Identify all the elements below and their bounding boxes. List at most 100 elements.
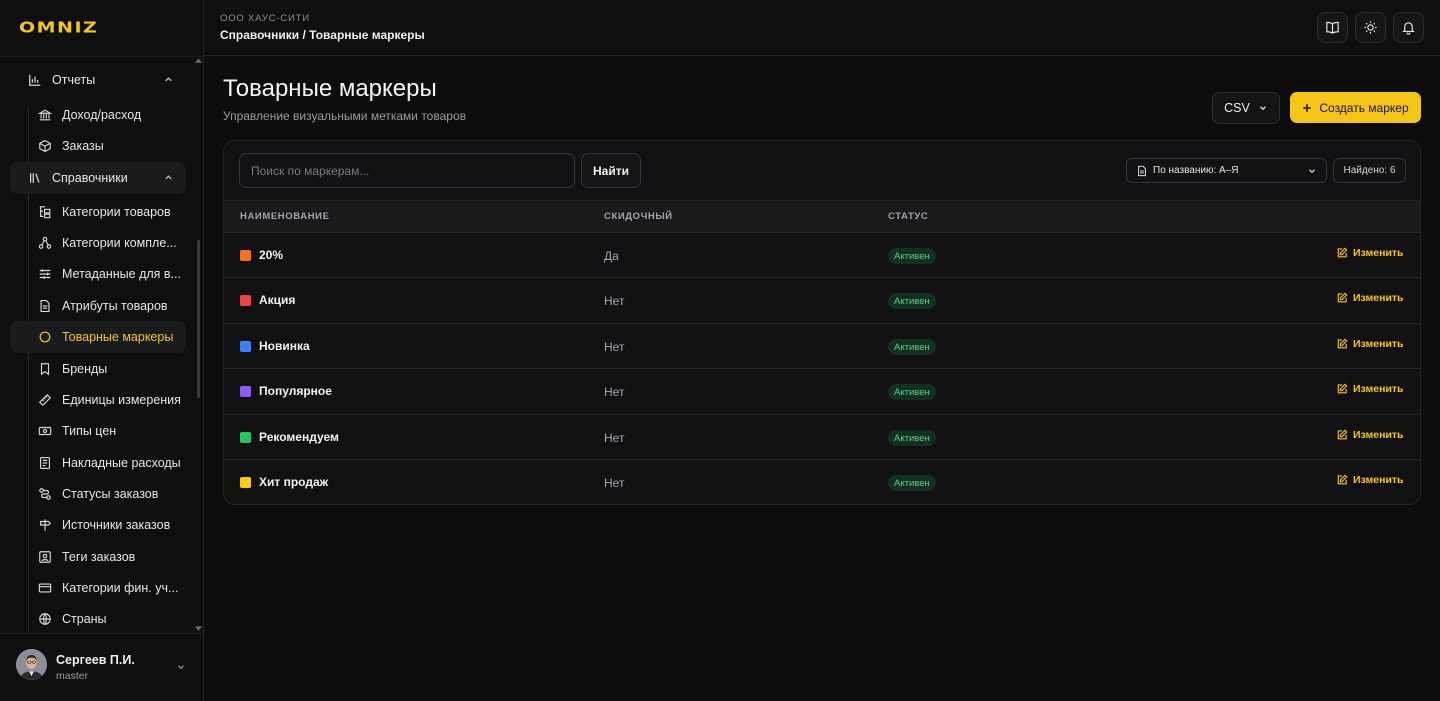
route-icon [38, 487, 52, 501]
page-subtitle: Управление визуальными метками товаров [223, 109, 466, 123]
column-header-discount[interactable]: СКИДОЧНЫЙ [604, 211, 673, 222]
sort-select[interactable]: По названию: А–Я [1126, 158, 1327, 183]
sidebar-item-countries[interactable]: Страны [10, 603, 186, 632]
marker-name: Новинка [259, 339, 310, 353]
sidebar-group-reports[interactable]: Отчеты [10, 64, 186, 96]
table-row[interactable]: Акция Нет Активен Изменить [224, 277, 1420, 322]
globe-icon [38, 612, 52, 626]
sidebar-scrollbar-thumb[interactable] [197, 240, 200, 398]
document-icon [38, 299, 52, 313]
theme-toggle-button[interactable] [1355, 12, 1386, 43]
sidebar-item-label: Доход/расход [62, 108, 142, 122]
edit-button[interactable]: Изменить [1336, 429, 1404, 441]
edit-button[interactable]: Изменить [1336, 383, 1404, 395]
sidebar-item-label: Товарные маркеры [62, 330, 174, 344]
divider [0, 56, 204, 57]
chevron-down-icon [1309, 169, 1315, 174]
sidebar-group-label: Справочники [52, 171, 128, 185]
csv-label: CSV [1224, 101, 1250, 115]
sidebar-item-finance-categories[interactable]: Категории фин. уч... [10, 572, 186, 604]
sidebar-item-brands[interactable]: Бренды [10, 353, 186, 385]
sun-icon [1364, 21, 1377, 34]
discount-value: Да [604, 249, 619, 263]
edit-button[interactable]: Изменить [1336, 338, 1404, 350]
sidebar-item-label: Накладные расходы [62, 456, 181, 470]
notifications-button[interactable] [1393, 12, 1424, 43]
status-badge: Активен [888, 475, 936, 491]
edit-label: Изменить [1353, 429, 1404, 441]
bookmark-icon [38, 362, 52, 376]
sidebar-item-metadata[interactable]: Метаданные для в... [10, 258, 186, 290]
sidebar-item-attributes[interactable]: Атрибуты товаров [10, 290, 186, 322]
status-badge: Активен [888, 430, 936, 446]
sliders-icon [38, 267, 52, 281]
sidebar-item-label: Типы цен [62, 424, 117, 438]
receipt-icon [38, 456, 52, 470]
color-swatch [240, 250, 251, 261]
sidebar-item-income[interactable]: Доход/расход [10, 99, 186, 131]
marker-name: Рекомендуем [259, 430, 339, 444]
sidebar-group-references[interactable]: Справочники [10, 162, 186, 194]
discount-value: Нет [604, 431, 625, 445]
edit-icon [1337, 474, 1348, 485]
divider [0, 633, 204, 634]
sidebar-item-label: Категории товаров [62, 205, 171, 219]
scroll-up-arrow[interactable] [195, 58, 202, 63]
column-header-name[interactable]: НАИМЕНОВАНИЕ [240, 211, 330, 222]
marker-name: Хит продаж [259, 475, 329, 489]
sidebar-item-order-tags[interactable]: Теги заказов [10, 541, 186, 573]
sidebar-item-order-statuses[interactable]: Статусы заказов [10, 478, 186, 510]
edit-icon [1337, 429, 1348, 440]
table-row[interactable]: Хит продаж Нет Активен Изменить [224, 459, 1420, 504]
marker-name: Акция [259, 293, 296, 307]
sidebar-item-label: Метаданные для в... [62, 267, 181, 281]
sidebar-item-units[interactable]: Единицы измерения [10, 384, 186, 416]
edit-label: Изменить [1353, 247, 1404, 259]
find-button[interactable]: Найти [581, 153, 641, 188]
table-row[interactable]: Рекомендуем Нет Активен Изменить [224, 414, 1420, 459]
edit-button[interactable]: Изменить [1336, 247, 1404, 259]
table-row[interactable]: Новинка Нет Активен Изменить [224, 323, 1420, 368]
edit-label: Изменить [1353, 292, 1404, 304]
bar-chart-icon [28, 73, 42, 87]
sidebar-item-product-markers[interactable]: Товарные маркеры [10, 321, 186, 353]
color-swatch [240, 386, 251, 397]
scroll-down-arrow[interactable] [195, 626, 202, 631]
signpost-icon [38, 518, 52, 532]
status-badge: Активен [888, 248, 936, 264]
sidebar-item-overheads[interactable]: Накладные расходы [10, 447, 186, 479]
book-icon [1326, 21, 1339, 34]
breadcrumb: Справочники / Товарные маркеры [220, 28, 425, 42]
sidebar-item-label: Заказы [62, 139, 104, 153]
sidebar-item-label: Источники заказов [62, 518, 171, 532]
edit-button[interactable]: Изменить [1336, 292, 1404, 304]
table-row[interactable]: 20% Да Активен Изменить [224, 232, 1420, 277]
status-badge: Активен [888, 384, 936, 400]
user-menu[interactable]: Сергеев П.И. master [16, 649, 192, 683]
discount-value: Нет [604, 294, 625, 308]
column-header-status[interactable]: СТАТУС [888, 211, 928, 222]
edit-icon [1337, 338, 1348, 349]
search-input[interactable] [239, 153, 575, 188]
sidebar-item-kit-categories[interactable]: Категории компле... [10, 227, 186, 259]
color-swatch [240, 341, 251, 352]
logo-text: OMNIZ [19, 19, 99, 37]
chevron-down-icon [1259, 106, 1266, 111]
sidebar-item-price-types[interactable]: Типы цен [10, 415, 186, 447]
docs-button[interactable] [1317, 12, 1348, 43]
edit-button[interactable]: Изменить [1336, 474, 1404, 486]
box-icon [38, 139, 52, 153]
sidebar: OMNIZ Отчеты Доход/расход Заказы Справоч… [0, 0, 204, 701]
table-row[interactable]: Популярное Нет Активен Изменить [224, 368, 1420, 413]
chevron-up-icon [165, 77, 172, 82]
sidebar-item-order-sources[interactable]: Источники заказов [10, 509, 186, 541]
sidebar-group-label: Отчеты [52, 73, 96, 87]
user-name: Сергеев П.И. [56, 653, 135, 667]
chevron-down-icon[interactable] [176, 662, 186, 672]
document-icon [1138, 165, 1146, 176]
logo[interactable]: OMNIZ [19, 19, 98, 37]
sidebar-item-product-categories[interactable]: Категории товаров [10, 196, 186, 228]
csv-export-button[interactable]: CSV [1212, 92, 1280, 124]
sidebar-item-orders[interactable]: Заказы [10, 130, 186, 162]
create-marker-button[interactable]: Создать маркер [1290, 92, 1421, 123]
